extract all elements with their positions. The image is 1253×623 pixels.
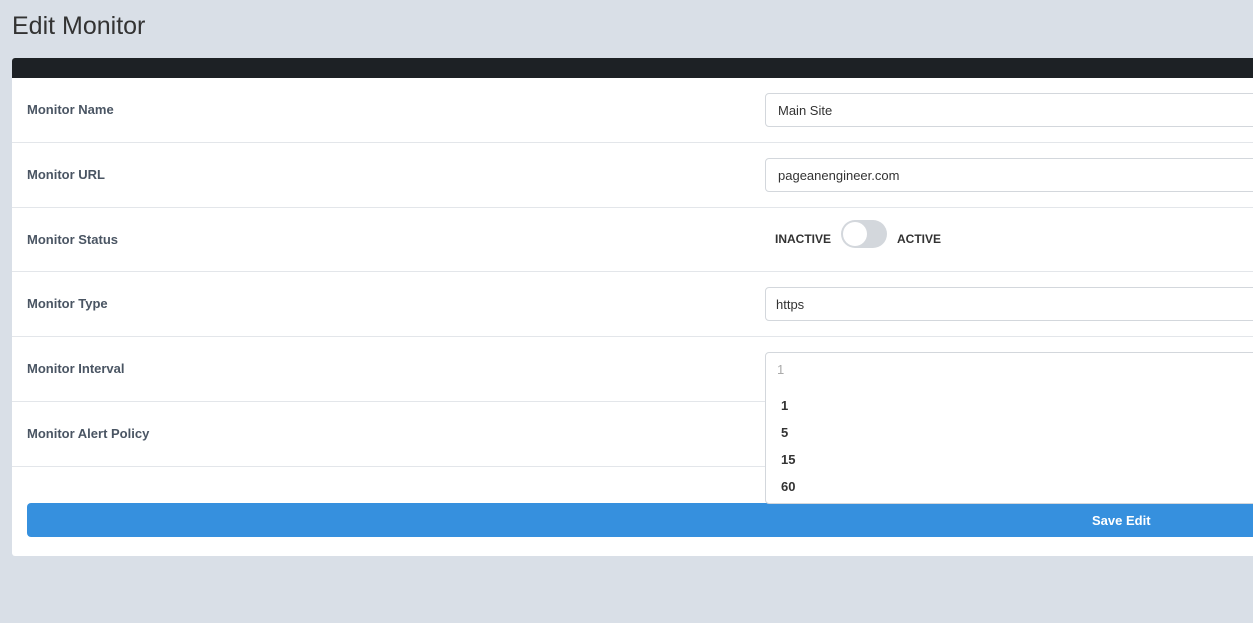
label-monitor-type: Monitor Type [27,296,108,311]
inactive-label: INACTIVE [775,232,832,246]
interval-selected-value[interactable]: 1 [766,353,1253,386]
interval-option[interactable]: 15 [766,446,1253,473]
interval-option[interactable]: 60 [766,473,1253,500]
monitor-name-input[interactable]: Main Site [765,93,1253,127]
row-monitor-type: Monitor Type https [12,272,1253,337]
monitor-type-input[interactable]: https [765,287,1253,321]
row-monitor-url: Monitor URL pageanengineer.com [12,143,1253,208]
label-monitor-status: Monitor Status [27,232,118,247]
edit-monitor-form: Monitor Name Main Site Monitor URL pagea… [12,58,1253,556]
row-monitor-status: Monitor Status INACTIVE ACTIVE [12,208,1253,272]
page-title: Edit Monitor [12,12,146,40]
monitor-url-input[interactable]: pageanengineer.com [765,158,1253,192]
save-edit-label: Save Edit [1092,513,1151,528]
save-edit-button[interactable]: Save Edit [27,503,1253,537]
interval-option[interactable]: 5 [766,419,1253,446]
status-toggle[interactable] [841,220,888,248]
card-header [12,58,1253,78]
toggle-knob [843,222,868,246]
label-monitor-url: Monitor URL [27,167,105,182]
label-monitor-name: Monitor Name [27,102,114,117]
row-monitor-name: Monitor Name Main Site [12,78,1253,143]
label-monitor-alert-policy: Monitor Alert Policy [27,426,150,441]
active-label: ACTIVE [897,232,942,246]
interval-option[interactable]: 1 [766,392,1253,419]
monitor-interval-select[interactable]: 1 1 5 15 60 [765,352,1253,504]
label-monitor-interval: Monitor Interval [27,361,125,376]
